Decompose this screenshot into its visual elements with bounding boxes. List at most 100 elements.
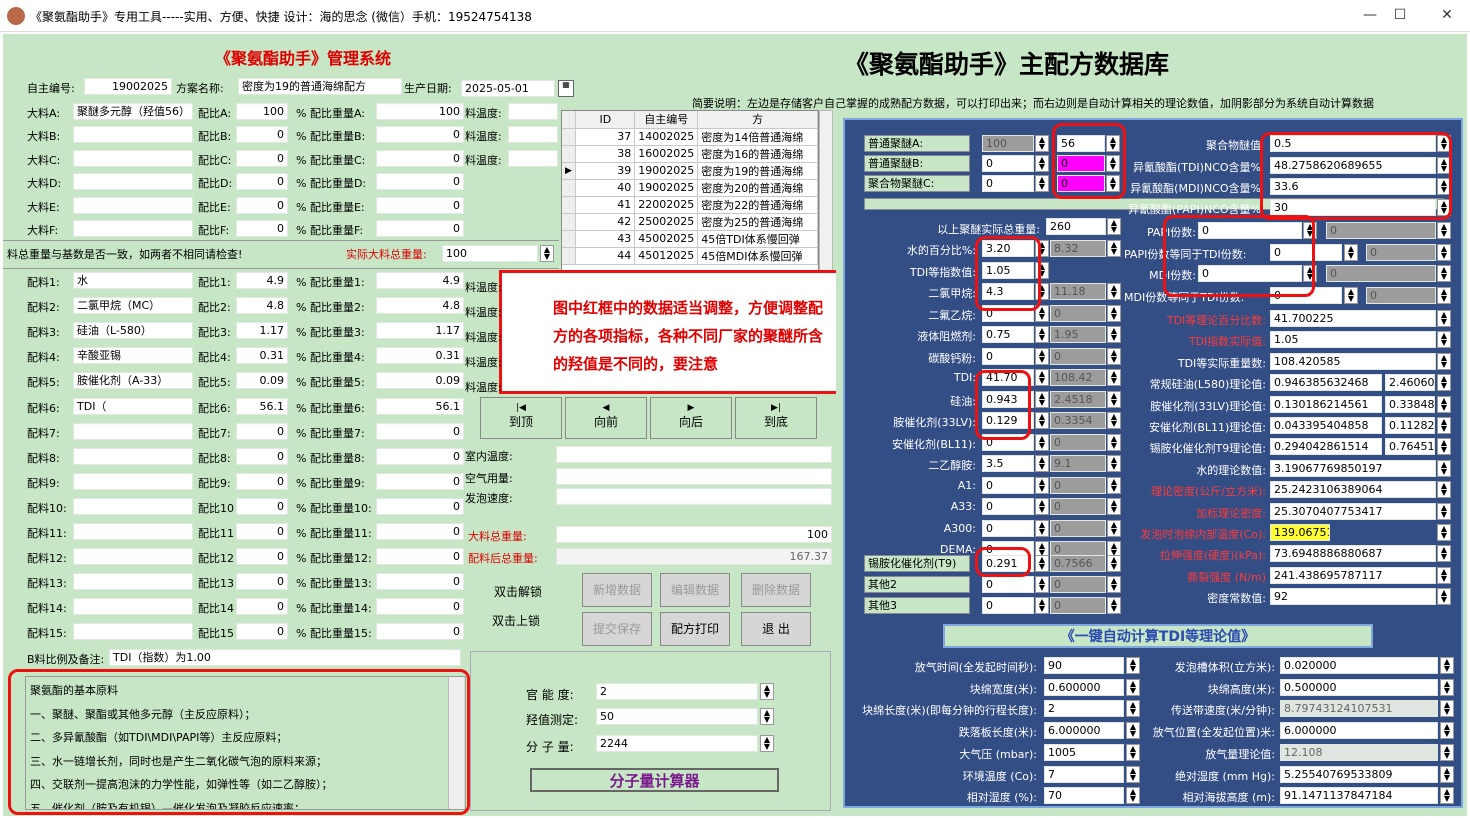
foam-speed-field[interactable] xyxy=(556,488,832,505)
ingredient-name-field[interactable] xyxy=(73,447,193,465)
material-name-field[interactable] xyxy=(73,126,193,144)
ingredient-ratio-field[interactable]: 0 xyxy=(236,623,288,641)
other3-field[interactable]: 0 xyxy=(982,597,1034,614)
indoor-temp-field[interactable] xyxy=(556,446,832,463)
spinner-icon[interactable]: ▲ ▼ xyxy=(1035,455,1049,472)
mw-spinner[interactable]: ▲ ▼ xyxy=(760,735,774,752)
spinner-icon[interactable]: ▲ ▼ xyxy=(1107,576,1121,593)
actual-total-field[interactable]: 100 xyxy=(442,245,538,262)
other2-field[interactable]: 0 xyxy=(982,576,1034,593)
ingredient-ratio-field[interactable]: 0 xyxy=(236,573,288,591)
ingredient-name-field[interactable]: 二氯甲烷（MC） xyxy=(73,297,193,315)
ingredient-weight-field[interactable]: 0 xyxy=(376,472,464,490)
ingredient-ratio-field[interactable]: 0 xyxy=(236,472,288,490)
ingredient-weight-field[interactable]: 0.09 xyxy=(376,372,464,390)
material-weight-field[interactable]: 0 xyxy=(376,220,464,237)
ingredient-weight-field[interactable]: 4.9 xyxy=(376,272,464,289)
spinner-icon[interactable]: ▲ ▼ xyxy=(1107,390,1121,408)
spinner-icon[interactable]: ▲ ▼ xyxy=(1126,743,1140,761)
nav-button-0[interactable]: |◀ 到顶 xyxy=(480,397,562,439)
after-total-field[interactable]: 167.37 xyxy=(556,548,832,565)
bottom-left-field[interactable]: 2 xyxy=(1044,700,1124,718)
spinner-icon[interactable]: ▲ ▼ xyxy=(1107,476,1121,494)
ingredient-ratio-field[interactable]: 4.8 xyxy=(236,297,288,315)
spinner-icon[interactable]: ▲ ▼ xyxy=(1035,555,1049,572)
spinner-icon[interactable]: ▲ ▼ xyxy=(1437,524,1451,541)
spinner-icon[interactable]: ▲ ▼ xyxy=(1437,459,1451,477)
spinner-icon[interactable]: ▲ ▼ xyxy=(1437,566,1451,584)
material-weight-field[interactable]: 0 xyxy=(376,149,464,167)
spinner-icon[interactable]: ▲ ▼ xyxy=(1126,678,1140,696)
material-name-field[interactable] xyxy=(73,173,193,191)
material-name-field[interactable] xyxy=(73,149,193,167)
ingredient-name-field[interactable] xyxy=(73,422,193,440)
ingredient-name-field[interactable] xyxy=(73,497,193,515)
spinner-icon[interactable]: ▲ ▼ xyxy=(1437,374,1451,392)
material-weight-field[interactable]: 100 xyxy=(376,103,464,120)
ingredient-weight-field[interactable]: 0 xyxy=(376,573,464,591)
table-row[interactable]: ▶ 39 19002025 密度为19的普通海绵 xyxy=(562,162,818,180)
spinner-icon[interactable]: ▲ ▼ xyxy=(1107,555,1121,572)
date-field[interactable]: 2025-05-01 xyxy=(461,80,555,97)
big-total-field[interactable]: 100 xyxy=(556,526,832,543)
lock-hint[interactable]: 双击上锁 xyxy=(492,612,540,629)
bottom-right-field[interactable]: 5.25540769533809 xyxy=(1280,765,1438,783)
ingredient-name-field[interactable]: 硅油（L-580） xyxy=(73,322,193,340)
ingredient-name-field[interactable] xyxy=(73,623,193,641)
spinner-icon[interactable]: ▲ ▼ xyxy=(1107,218,1121,235)
spinner-icon[interactable]: ▲ ▼ xyxy=(1437,287,1451,304)
edit-data-button[interactable]: 编辑数据 xyxy=(660,573,730,607)
spinner-icon[interactable]: ▲ ▼ xyxy=(1035,576,1049,593)
ingredient-weight-field[interactable]: 56.1 xyxy=(376,397,464,415)
ingredient-name-field[interactable] xyxy=(73,548,193,566)
functionality-spinner[interactable]: ▲ ▼ xyxy=(760,683,774,700)
spinner-icon[interactable]: ▲ ▼ xyxy=(1107,597,1121,614)
spinner-icon[interactable]: ▲ ▼ xyxy=(1437,588,1451,606)
table-row[interactable]: 40 19002025 密度为20的普通海绵 xyxy=(562,179,818,197)
spinner-icon[interactable]: ▲ ▼ xyxy=(1126,787,1140,805)
spinner-icon[interactable]: ▲ ▼ xyxy=(1035,175,1049,192)
ingredient-name-field[interactable]: 胺催化剂（A-33） xyxy=(73,372,193,390)
spinner-icon[interactable]: ▲ ▼ xyxy=(1437,438,1451,456)
grid-scrollbar[interactable] xyxy=(819,110,833,274)
spinner-icon[interactable]: ▲ ▼ xyxy=(1107,240,1121,257)
spinner-icon[interactable]: ▲ ▼ xyxy=(1107,326,1121,343)
spinner-icon[interactable]: ▲ ▼ xyxy=(1437,545,1451,563)
table-row[interactable]: 41 22002025 密度为22的普通海绵 xyxy=(562,196,818,214)
spinner-icon[interactable]: ▲ ▼ xyxy=(1440,765,1454,783)
self-no-field[interactable]: 19002025 xyxy=(84,78,172,95)
param-field[interactable]: 0 xyxy=(982,498,1034,515)
nav-button-3[interactable]: ▶| 到底 xyxy=(735,397,817,439)
nav-button-1[interactable]: ◀ 向前 xyxy=(565,397,647,439)
material-name-field[interactable] xyxy=(73,196,193,214)
spinner-icon[interactable]: ▲ ▼ xyxy=(1344,287,1358,304)
spinner-icon[interactable]: ▲ ▼ xyxy=(1440,657,1454,674)
functionality-field[interactable]: 2 xyxy=(596,683,758,700)
oh-spinner[interactable]: ▲ ▼ xyxy=(760,708,774,725)
ingredient-weight-field[interactable]: 0 xyxy=(376,497,464,515)
ingredient-weight-field[interactable]: 0 xyxy=(376,447,464,465)
mw-field[interactable]: 2244 xyxy=(596,735,758,752)
spinner-icon[interactable]: ▲ ▼ xyxy=(1437,331,1451,349)
ingredient-name-field[interactable]: TDI（ xyxy=(73,397,193,415)
spinner-icon[interactable]: ▲ ▼ xyxy=(1126,700,1140,718)
ingredient-ratio-field[interactable]: 4.9 xyxy=(236,272,288,289)
ingredient-ratio-field[interactable]: 0 xyxy=(236,523,288,540)
spinner-icon[interactable]: ▲ ▼ xyxy=(1437,352,1451,370)
spinner-icon[interactable]: ▲ ▼ xyxy=(1440,700,1454,718)
ingredient-ratio-field[interactable]: 1.17 xyxy=(236,322,288,340)
material-name-field[interactable]: 聚醚多元醇（羟值56） xyxy=(73,103,193,120)
spinner-icon[interactable]: ▲ ▼ xyxy=(1437,395,1451,413)
maximize-button[interactable]: ☐ xyxy=(1385,4,1415,26)
grid-header[interactable]: 方 xyxy=(697,111,818,129)
spinner-icon[interactable]: ▲ ▼ xyxy=(1035,476,1049,494)
bottom-right-field[interactable]: 12.108 xyxy=(1280,743,1438,761)
material-name-field[interactable] xyxy=(73,220,193,237)
ingredient-weight-field[interactable]: 0 xyxy=(376,598,464,616)
polyC-field[interactable]: 0 xyxy=(982,175,1034,192)
spinner-icon[interactable]: ▲ ▼ xyxy=(1107,304,1121,322)
param-field[interactable]: 0 xyxy=(982,347,1034,365)
spinner-icon[interactable]: ▲ ▼ xyxy=(1035,347,1049,365)
ingredient-ratio-field[interactable]: 0 xyxy=(236,447,288,465)
bottom-right-field[interactable]: 8.79743124107531 xyxy=(1280,700,1438,718)
